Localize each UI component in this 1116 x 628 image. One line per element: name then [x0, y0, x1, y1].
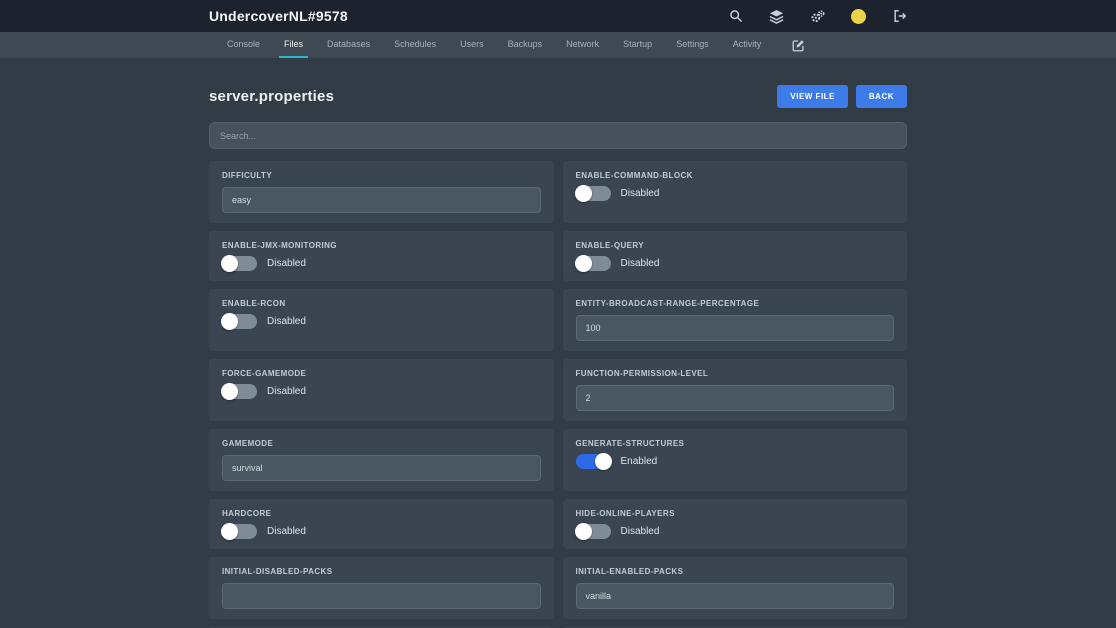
setting-card: ENABLE-JMX-MONITORING Disabled [209, 231, 554, 281]
settings-grid: DIFFICULTY ENABLE-COMMAND-BLOCK Disabled… [209, 161, 907, 628]
setting-label: HARDCORE [222, 509, 541, 518]
toggle-knob [595, 453, 612, 470]
tab-console[interactable]: Console [222, 32, 265, 58]
tab-startup[interactable]: Startup [618, 32, 657, 58]
toggle-row: Disabled [576, 186, 895, 201]
toggle-state-label: Disabled [267, 258, 306, 269]
toggle-row: Disabled [222, 384, 541, 399]
setting-label: ENTITY-BROADCAST-RANGE-PERCENTAGE [576, 299, 895, 308]
setting-input[interactable] [222, 187, 541, 213]
tab-users[interactable]: Users [455, 32, 489, 58]
tab-schedules[interactable]: Schedules [389, 32, 441, 58]
setting-label: INITIAL-ENABLED-PACKS [576, 567, 895, 576]
search-icon[interactable] [728, 9, 743, 24]
toggle-row: Disabled [222, 524, 541, 539]
logout-icon[interactable] [892, 9, 907, 24]
tab-files[interactable]: Files [279, 32, 308, 58]
setting-label: HIDE-ONLINE-PLAYERS [576, 509, 895, 518]
tab-databases[interactable]: Databases [322, 32, 375, 58]
setting-label: DIFFICULTY [222, 171, 541, 180]
layers-icon[interactable] [769, 9, 784, 24]
avatar[interactable] [851, 9, 866, 24]
setting-input[interactable] [222, 583, 541, 609]
setting-label: ENABLE-COMMAND-BLOCK [576, 171, 895, 180]
toggle-row: Disabled [222, 256, 541, 271]
toggle-state-label: Disabled [621, 526, 660, 537]
toggle-row: Disabled [222, 314, 541, 329]
setting-card: ENABLE-RCON Disabled [209, 289, 554, 351]
toggle-row: Enabled [576, 454, 895, 469]
server-title: UndercoverNL#9578 [209, 8, 348, 24]
setting-card: ENABLE-QUERY Disabled [563, 231, 908, 281]
tab-settings[interactable]: Settings [671, 32, 714, 58]
setting-label: FUNCTION-PERMISSION-LEVEL [576, 369, 895, 378]
setting-card: FORCE-GAMEMODE Disabled [209, 359, 554, 421]
toggle-knob [221, 383, 238, 400]
toggle-row: Disabled [576, 256, 895, 271]
page-header: server.properties VIEW FILE BACK [209, 85, 907, 108]
toggle-state-label: Enabled [621, 456, 658, 467]
setting-card: INITIAL-DISABLED-PACKS [209, 557, 554, 619]
toggle-knob [575, 255, 592, 272]
setting-label: ENABLE-QUERY [576, 241, 895, 250]
toggle-switch[interactable] [576, 186, 611, 201]
setting-input[interactable] [222, 455, 541, 481]
setting-label: GAMEMODE [222, 439, 541, 448]
topbar: UndercoverNL#9578 [0, 0, 1116, 32]
toggle-switch[interactable] [576, 454, 611, 469]
view-file-button[interactable]: VIEW FILE [777, 85, 848, 108]
tab-backups[interactable]: Backups [503, 32, 548, 58]
toggle-switch[interactable] [222, 314, 257, 329]
toggle-state-label: Disabled [621, 188, 660, 199]
setting-label: GENERATE-STRUCTURES [576, 439, 895, 448]
toggle-state-label: Disabled [621, 258, 660, 269]
toggle-state-label: Disabled [267, 386, 306, 397]
setting-label: ENABLE-JMX-MONITORING [222, 241, 541, 250]
setting-input[interactable] [576, 583, 895, 609]
setting-card: FUNCTION-PERMISSION-LEVEL [563, 359, 908, 421]
toggle-switch[interactable] [222, 384, 257, 399]
edit-file-icon[interactable] [792, 32, 805, 58]
topbar-icons [728, 9, 907, 24]
setting-card: HIDE-ONLINE-PLAYERS Disabled [563, 499, 908, 549]
setting-input[interactable] [576, 385, 895, 411]
setting-card: HARDCORE Disabled [209, 499, 554, 549]
setting-label: INITIAL-DISABLED-PACKS [222, 567, 541, 576]
setting-label: FORCE-GAMEMODE [222, 369, 541, 378]
setting-card: DIFFICULTY [209, 161, 554, 223]
back-button[interactable]: BACK [856, 85, 907, 108]
toggle-state-label: Disabled [267, 316, 306, 327]
page-title: server.properties [209, 88, 334, 105]
tab-activity[interactable]: Activity [728, 32, 767, 58]
setting-card: ENABLE-COMMAND-BLOCK Disabled [563, 161, 908, 223]
search-input[interactable] [209, 122, 907, 149]
toggle-row: Disabled [576, 524, 895, 539]
setting-label: ENABLE-RCON [222, 299, 541, 308]
navbar: Console Files Databases Schedules Users Backu… [0, 32, 1116, 58]
toggle-switch[interactable] [222, 256, 257, 271]
tab-network[interactable]: Network [561, 32, 604, 58]
toggle-switch[interactable] [576, 256, 611, 271]
toggle-knob [221, 255, 238, 272]
setting-card: GAMEMODE [209, 429, 554, 491]
toggle-state-label: Disabled [267, 526, 306, 537]
toggle-switch[interactable] [576, 524, 611, 539]
toggle-knob [221, 523, 238, 540]
gears-icon[interactable] [810, 9, 825, 24]
toggle-knob [221, 313, 238, 330]
setting-card: GENERATE-STRUCTURES Enabled [563, 429, 908, 491]
toggle-switch[interactable] [222, 524, 257, 539]
toggle-knob [575, 185, 592, 202]
content-area: server.properties VIEW FILE BACK DIFFICU… [209, 85, 907, 628]
setting-card: INITIAL-ENABLED-PACKS [563, 557, 908, 619]
setting-input[interactable] [576, 315, 895, 341]
toggle-knob [575, 523, 592, 540]
setting-card: ENTITY-BROADCAST-RANGE-PERCENTAGE [563, 289, 908, 351]
